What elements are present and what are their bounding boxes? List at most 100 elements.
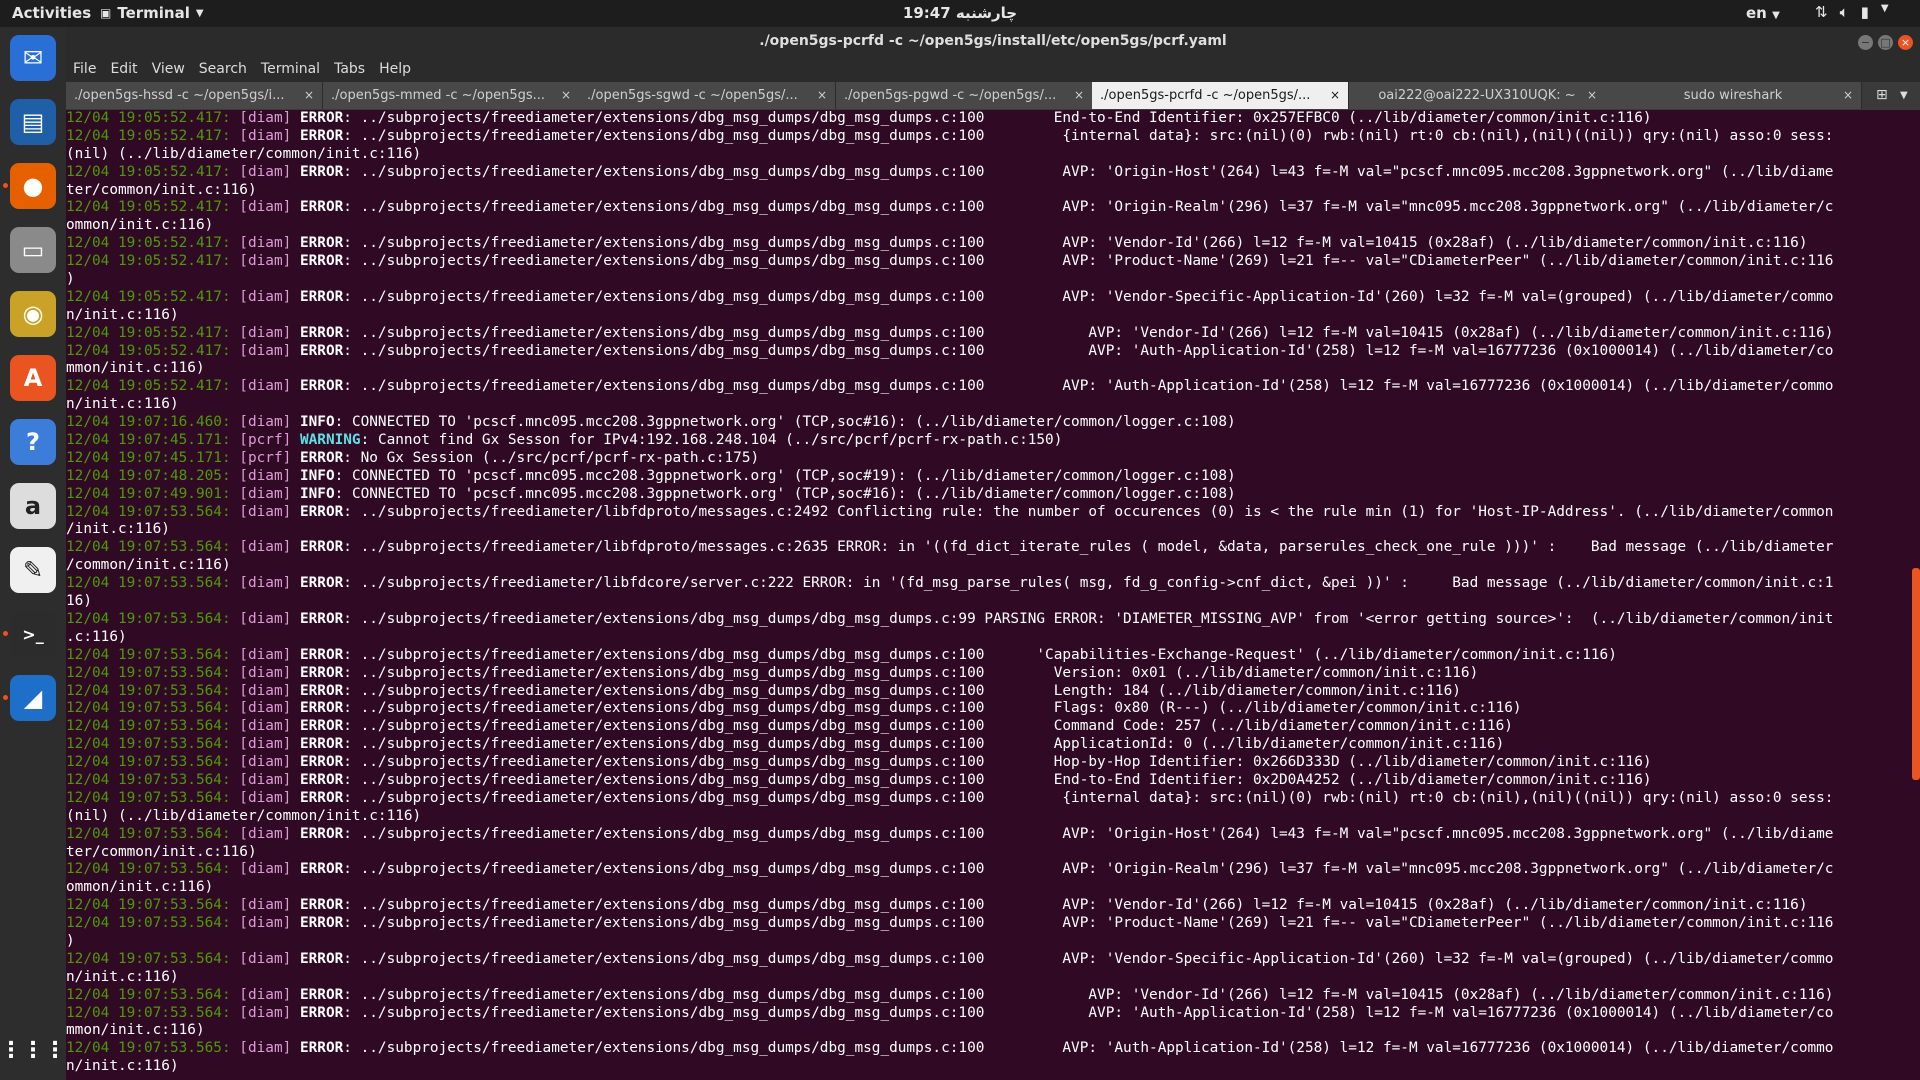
rhythmbox-icon[interactable]: ◉ [10,291,56,337]
log-module: [diam] [239,414,292,431]
close-tab-icon[interactable]: × [817,82,827,109]
log-line: 12/04 19:07:53.565: [diam] ERROR: ../sub… [66,1040,1834,1057]
minimize-button[interactable]: − [1858,35,1873,50]
tab-4[interactable]: ./open5gs-pcrfd -c ~/open5gs/... × [1092,82,1349,109]
terminal-icon[interactable]: >_ [10,611,56,657]
maximize-button[interactable]: □ [1878,35,1893,50]
system-tray[interactable]: ⇅ 🔈︎ ▮ ▼ [1815,3,1889,21]
running-indicator [3,695,8,700]
close-tab-icon[interactable]: × [561,82,571,109]
log-level: ERROR [299,110,344,126]
log-continuation: mmon/init.c:116) [66,1022,205,1039]
log-module: [diam] [239,664,292,681]
tab-1[interactable]: ./open5gs-mmed -c ~/open5gs... × [323,82,580,109]
log-line: 12/04 19:05:52.417: [diam] ERROR: ../sub… [66,324,1834,341]
menu-file[interactable]: File [66,58,103,82]
log-message: ../subprojects/freediameter/extensions/d… [360,253,1834,270]
new-tab-icon[interactable]: ⊞ [1876,82,1888,109]
tab-5[interactable]: oai222@oai222-UX310UQK: ~ × [1349,82,1606,109]
log-line: .c:116) [66,629,1906,647]
close-button[interactable]: × [1898,35,1913,50]
log-message: ../subprojects/freediameter/extensions/d… [360,646,1617,663]
log-message: ../subprojects/freediameter/extensions/d… [360,163,1834,180]
menu-tabs[interactable]: Tabs [327,58,372,82]
thunderbird-icon[interactable]: ✉ [10,35,56,81]
scrollbar[interactable] [1912,568,1920,780]
tab-6[interactable]: sudo wireshark × [1605,82,1862,109]
running-indicator [3,631,8,636]
log-level: ERROR [299,986,344,1003]
tab-2[interactable]: ./open5gs-sgwd -c ~/open5gs/... × [579,82,836,109]
log-module: [diam] [239,610,292,627]
log-level: ERROR [299,235,344,252]
log-line: 12/04 19:07:53.564: [diam] ERROR: ../sub… [66,539,1834,556]
log-continuation: n/init.c:116) [66,306,179,323]
log-timestamp: 12/04 19:07:53.564: [66,950,231,967]
close-tab-icon[interactable]: × [304,82,314,109]
menu-view[interactable]: View [145,58,192,82]
close-tab-icon[interactable]: × [1330,82,1340,109]
log-level: ERROR [299,682,344,699]
log-message: ../subprojects/freediameter/extensions/d… [360,324,1834,341]
log-module: [diam] [239,127,292,144]
log-level: INFO [299,467,335,484]
log-timestamp: 12/04 19:07:45.171: [66,432,231,449]
chevron-down-icon: ▼ [195,7,204,19]
software-center-icon[interactable]: A [10,355,56,401]
firefox-icon[interactable]: ● [10,163,56,209]
terminal-output[interactable]: 12/04 19:05:52.417: [diam] ERROR: ../sub… [66,110,1906,1080]
menu-terminal[interactable]: Terminal [254,58,327,82]
window-titlebar[interactable]: ./open5gs-pcrfd -c ~/open5gs/install/etc… [66,27,1920,58]
log-line: 12/04 19:05:52.417: [diam] ERROR: ../sub… [66,378,1834,395]
tab-menu-chevron-icon[interactable]: ▼ [1900,82,1908,109]
log-timestamp: 12/04 19:05:52.417: [66,199,231,216]
tab-label: ./open5gs-pgwd -c ~/open5gs/... [844,88,1057,103]
help-icon[interactable]: ? [10,419,56,465]
wireshark-icon[interactable]: ◢ [10,675,56,721]
tab-bar: ⊞ ▼ ./open5gs-hssd -c ~/open5gs/i... × ./o… [66,82,1920,110]
tab-0[interactable]: ./open5gs-hssd -c ~/open5gs/i... × [66,82,323,109]
menu-help[interactable]: Help [372,58,418,82]
log-message: ../subprojects/freediameter/extensions/d… [360,986,1834,1003]
tab-tools: ⊞ ▼ [1870,82,1920,109]
log-timestamp: 12/04 19:07:53.564: [66,825,231,842]
close-tab-icon[interactable]: × [1074,82,1084,109]
log-module: [diam] [239,861,292,878]
log-line: /init.c:116) [66,521,1906,539]
log-message: CONNECTED TO 'pcscf.mnc095.mcc208.3gppne… [351,467,1236,484]
log-module: [pcrf] [239,449,292,466]
log-module: [diam] [239,1040,292,1057]
show-applications-icon[interactable]: ⋮⋮⋮ [0,1027,66,1073]
log-module: [diam] [239,897,292,914]
log-timestamp: 12/04 19:07:16.460: [66,414,231,431]
close-tab-icon[interactable]: × [1843,82,1853,109]
log-timestamp: 12/04 19:07:53.564: [66,789,231,806]
log-continuation: (nil) (../lib/diameter/common/init.c:116… [66,145,422,162]
text-editor-icon[interactable]: ✎ [10,547,56,593]
log-message: ../subprojects/freediameter/extensions/d… [360,897,1808,914]
log-message: CONNECTED TO 'pcscf.mnc095.mcc208.3gppne… [351,485,1236,502]
activities-button[interactable]: Activities [12,4,91,22]
log-module: [diam] [239,539,292,556]
log-line: ) [66,933,1906,951]
clock[interactable]: 19:47 چارشنبه [0,4,1920,22]
keyboard-language[interactable]: en ▼ [1746,4,1780,22]
log-continuation: mmon/init.c:116) [66,360,205,377]
tab-3[interactable]: ./open5gs-pgwd -c ~/open5gs/... × [836,82,1093,109]
log-message: ../subprojects/freediameter/extensions/d… [360,915,1834,932]
menu-search[interactable]: Search [192,58,254,82]
log-message: ../subprojects/freediameter/extensions/d… [360,199,1834,216]
log-continuation: ommon/init.c:116) [66,217,214,234]
log-line: (nil) (../lib/diameter/common/init.c:116… [66,146,1906,164]
menu-edit[interactable]: Edit [103,58,144,82]
log-level: INFO [299,414,335,431]
app-menu[interactable]: ▣ Terminal ▼ [100,4,204,22]
log-timestamp: 12/04 19:05:52.417: [66,288,231,305]
close-tab-icon[interactable]: × [1587,82,1597,109]
log-continuation: .c:116) [66,628,127,645]
files-icon[interactable]: ▭ [10,227,56,273]
chevron-down-icon: ▼ [1772,10,1780,21]
log-line: 12/04 19:07:48.205: [diam] INFO: CONNECT… [66,467,1236,484]
amazon-icon[interactable]: a [10,483,56,529]
libreoffice-writer-icon[interactable]: ▤ [10,99,56,145]
